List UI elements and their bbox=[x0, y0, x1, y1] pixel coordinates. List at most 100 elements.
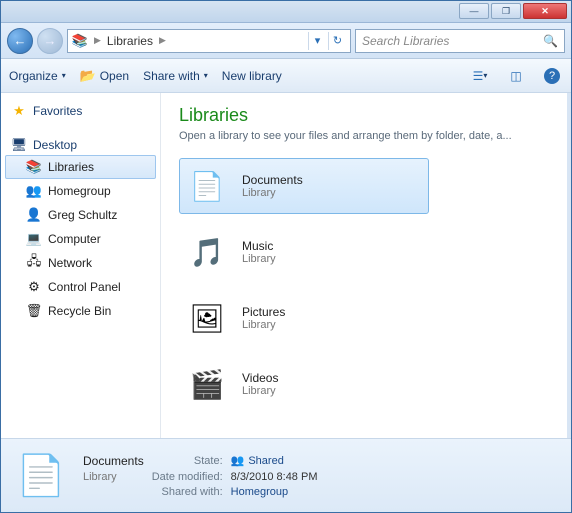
page-title: Libraries bbox=[179, 105, 553, 126]
nav-item-label: Greg Schultz bbox=[48, 208, 117, 222]
search-box[interactable]: Search Libraries 🔍 bbox=[355, 29, 565, 53]
open-label: Open bbox=[100, 69, 129, 83]
nav-item-label: Control Panel bbox=[48, 280, 121, 294]
chevron-down-icon: ▾ bbox=[483, 71, 487, 80]
star-icon: ★ bbox=[11, 103, 27, 119]
library-subtitle: Library bbox=[242, 319, 285, 331]
breadcrumb-libraries[interactable]: Libraries bbox=[107, 34, 153, 48]
view-icon: ☰ bbox=[473, 69, 484, 83]
recycle-bin-icon: 🗑 bbox=[26, 303, 42, 319]
refresh-button[interactable]: ↻ bbox=[328, 32, 346, 50]
close-button[interactable]: ✕ bbox=[523, 3, 567, 19]
music-icon: 🎵 bbox=[186, 231, 228, 273]
maximize-button[interactable]: ❐ bbox=[491, 3, 521, 19]
library-item-pictures[interactable]: 🖼 Pictures Library bbox=[179, 290, 429, 346]
open-button[interactable]: 📂 Open bbox=[80, 68, 129, 84]
address-actions: ▾ ↻ bbox=[308, 32, 346, 50]
share-label: Share with bbox=[143, 69, 200, 83]
homegroup-icon: 👥 bbox=[231, 455, 245, 467]
details-pane: 📄 Documents State: 👥Shared Library Date … bbox=[1, 438, 571, 512]
nav-item-homegroup[interactable]: 👥 Homegroup bbox=[5, 179, 156, 203]
nav-item-recycle-bin[interactable]: 🗑 Recycle Bin bbox=[5, 299, 156, 323]
chevron-down-icon: ▾ bbox=[62, 71, 66, 80]
favorites-label: Favorites bbox=[33, 104, 82, 118]
back-button[interactable]: ← bbox=[7, 28, 33, 54]
help-icon: ? bbox=[544, 68, 560, 84]
new-library-label: New library bbox=[222, 69, 282, 83]
details-type: Library bbox=[83, 471, 144, 483]
nav-item-label: Homegroup bbox=[48, 184, 111, 198]
details-state-label: State: bbox=[152, 455, 223, 467]
new-library-button[interactable]: New library bbox=[222, 69, 282, 83]
minimize-icon: — bbox=[470, 6, 479, 16]
search-placeholder: Search Libraries bbox=[362, 34, 449, 48]
nav-item-label: Recycle Bin bbox=[48, 304, 111, 318]
nav-item-libraries[interactable]: 📚 Libraries bbox=[5, 155, 156, 179]
explorer-window: — ❐ ✕ ← → 📚 ▶ Libraries ▶ ▾ ↻ Search Lib… bbox=[0, 0, 572, 513]
nav-item-user[interactable]: 👤 Greg Schultz bbox=[5, 203, 156, 227]
library-title: Pictures bbox=[242, 305, 285, 319]
desktop-icon: 🖥 bbox=[11, 137, 27, 153]
library-title: Videos bbox=[242, 371, 278, 385]
details-state-value: 👥Shared bbox=[231, 454, 318, 467]
close-icon: ✕ bbox=[541, 6, 549, 17]
computer-icon: 💻 bbox=[26, 231, 42, 247]
details-shared-with-label: Shared with: bbox=[152, 486, 223, 498]
navigation-bar: ← → 📚 ▶ Libraries ▶ ▾ ↻ Search Libraries… bbox=[1, 23, 571, 59]
library-subtitle: Library bbox=[242, 187, 303, 199]
desktop-label: Desktop bbox=[33, 138, 77, 152]
videos-icon: 🎬 bbox=[186, 363, 228, 405]
library-item-documents[interactable]: 📄 Documents Library bbox=[179, 158, 429, 214]
body-split: ★ Favorites 🖥 Desktop 📚 Libraries 👥 Home… bbox=[1, 93, 571, 438]
share-with-menu[interactable]: Share with ▾ bbox=[143, 69, 208, 83]
user-icon: 👤 bbox=[26, 207, 42, 223]
arrow-left-icon: ← bbox=[14, 33, 27, 48]
details-shared-with-value: Homegroup bbox=[231, 486, 318, 498]
navigation-pane: ★ Favorites 🖥 Desktop 📚 Libraries 👥 Home… bbox=[1, 93, 161, 438]
maximize-icon: ❐ bbox=[502, 6, 510, 17]
details-icon: 📄 bbox=[13, 448, 69, 504]
page-subtitle: Open a library to see your files and arr… bbox=[179, 130, 553, 142]
nav-item-label: Libraries bbox=[48, 160, 94, 174]
details-modified-label: Date modified: bbox=[152, 471, 223, 483]
pictures-icon: 🖼 bbox=[186, 297, 228, 339]
favorites-header[interactable]: ★ Favorites bbox=[5, 101, 156, 121]
homegroup-icon: 👥 bbox=[26, 183, 42, 199]
preview-pane-button[interactable]: ◫ bbox=[505, 65, 527, 87]
organize-menu[interactable]: Organize ▾ bbox=[9, 69, 66, 83]
minimize-button[interactable]: — bbox=[459, 3, 489, 19]
details-modified-value: 8/3/2010 8:48 PM bbox=[231, 471, 318, 483]
library-subtitle: Library bbox=[242, 253, 276, 265]
chevron-down-icon: ▾ bbox=[204, 71, 208, 80]
network-icon: 🖧 bbox=[26, 255, 42, 271]
content-pane: Libraries Open a library to see your fil… bbox=[161, 93, 571, 438]
address-dropdown-button[interactable]: ▾ bbox=[308, 32, 326, 50]
library-item-videos[interactable]: 🎬 Videos Library bbox=[179, 356, 429, 412]
library-item-music[interactable]: 🎵 Music Library bbox=[179, 224, 429, 280]
library-title: Documents bbox=[242, 173, 303, 187]
library-title: Music bbox=[242, 239, 276, 253]
breadcrumb-separator: ▶ bbox=[94, 35, 101, 46]
desktop-header[interactable]: 🖥 Desktop bbox=[5, 135, 156, 155]
titlebar: — ❐ ✕ bbox=[1, 1, 571, 23]
nav-item-network[interactable]: 🖧 Network bbox=[5, 251, 156, 275]
address-bar[interactable]: 📚 ▶ Libraries ▶ ▾ ↻ bbox=[67, 29, 351, 53]
libraries-icon: 📚 bbox=[26, 159, 42, 175]
libraries-icon: 📚 bbox=[72, 33, 88, 49]
arrow-right-icon: → bbox=[44, 33, 57, 48]
forward-button[interactable]: → bbox=[37, 28, 63, 54]
documents-icon: 📄 bbox=[186, 165, 228, 207]
command-bar: Organize ▾ 📂 Open Share with ▾ New libra… bbox=[1, 59, 571, 93]
nav-item-label: Network bbox=[48, 256, 92, 270]
nav-item-label: Computer bbox=[48, 232, 101, 246]
nav-item-control-panel[interactable]: ⚙ Control Panel bbox=[5, 275, 156, 299]
breadcrumb-separator: ▶ bbox=[159, 35, 166, 46]
control-panel-icon: ⚙ bbox=[26, 279, 42, 295]
library-subtitle: Library bbox=[242, 385, 278, 397]
help-button[interactable]: ? bbox=[541, 65, 563, 87]
open-icon: 📂 bbox=[80, 68, 96, 84]
view-options-button[interactable]: ☰▾ bbox=[469, 65, 491, 87]
nav-item-computer[interactable]: 💻 Computer bbox=[5, 227, 156, 251]
search-icon: 🔍 bbox=[543, 34, 558, 48]
organize-label: Organize bbox=[9, 69, 58, 83]
